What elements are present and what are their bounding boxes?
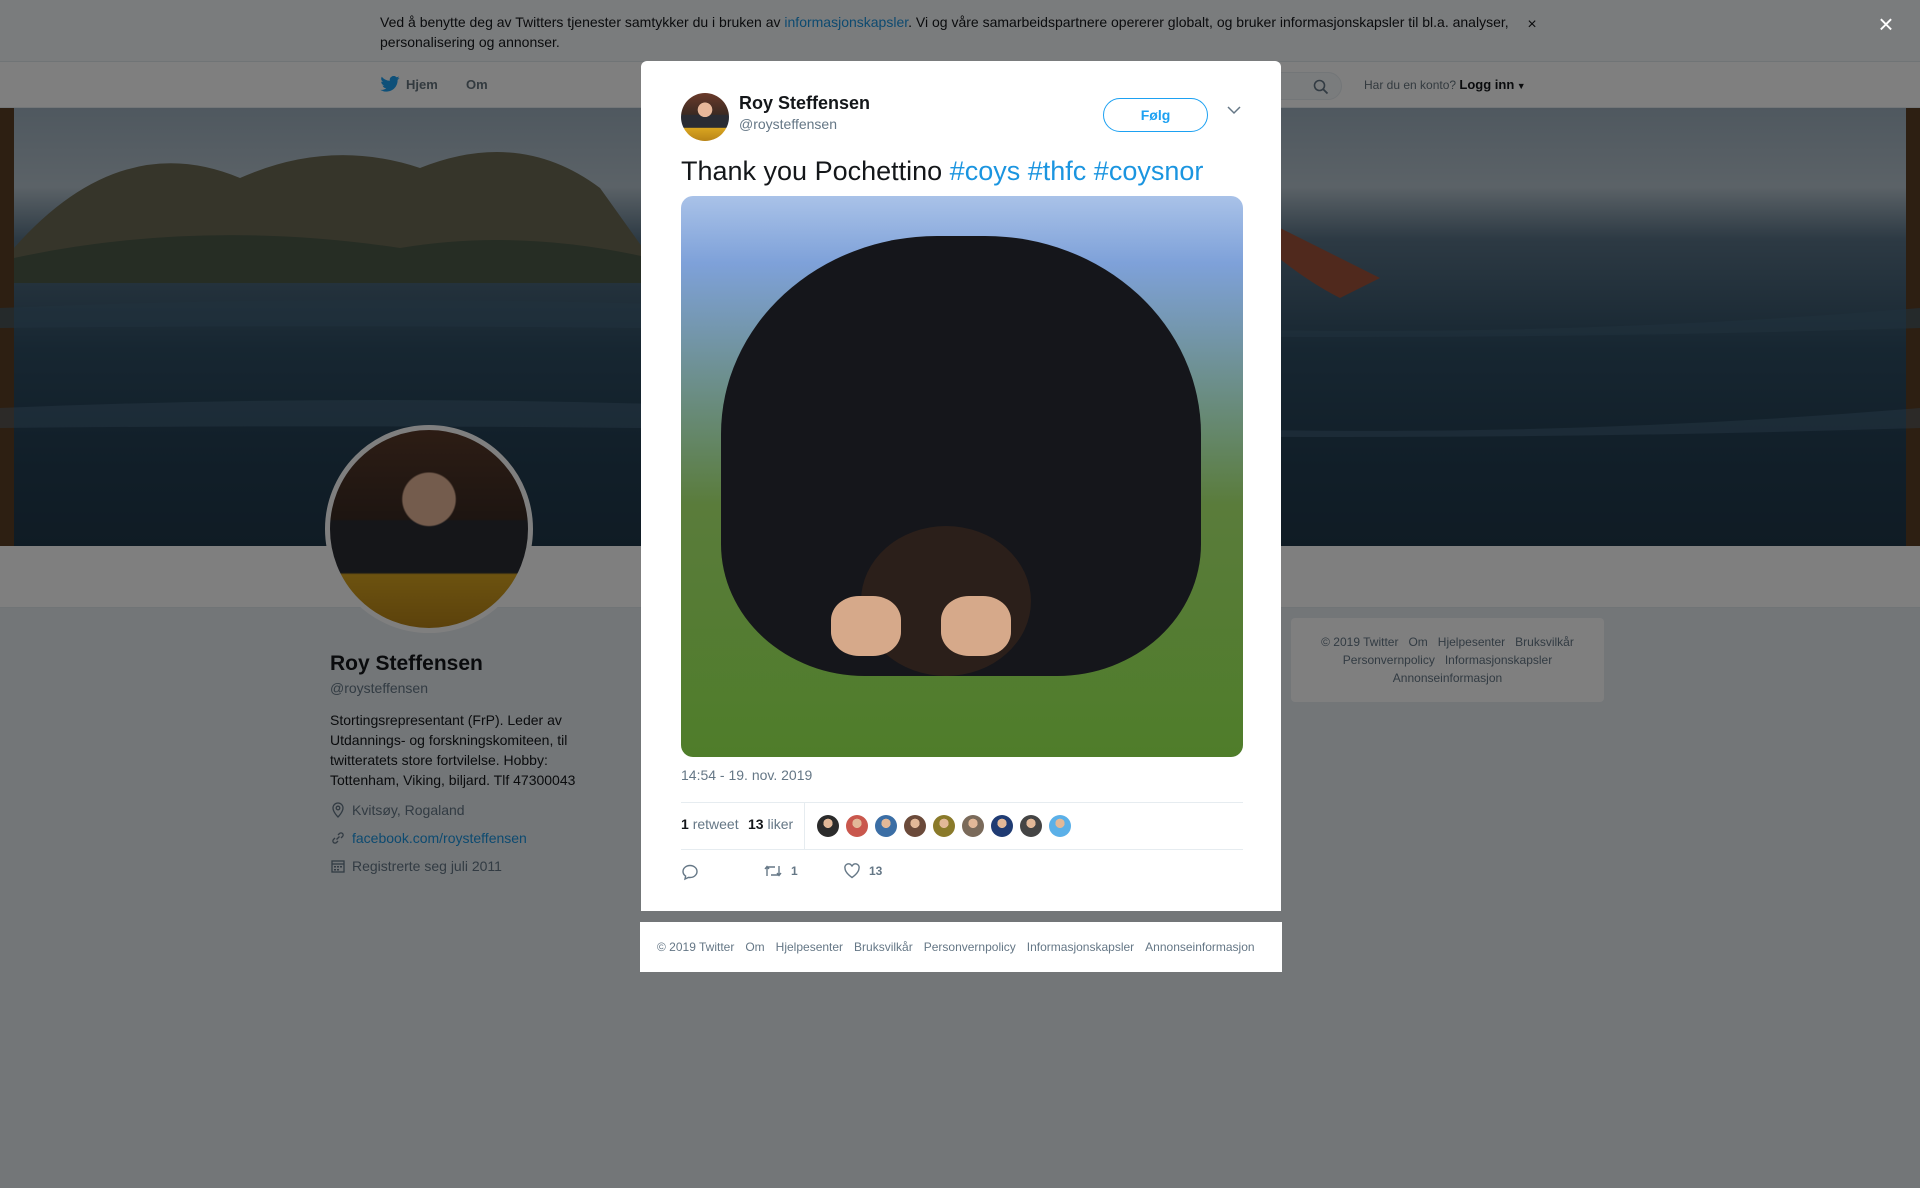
- retweet-stat-label: retweet: [692, 816, 739, 832]
- tweet-stats: 1 retweet 13 liker: [681, 802, 1243, 850]
- like-button[interactable]: 13: [843, 863, 882, 879]
- modal-footer-copyright: © 2019 Twitter: [657, 940, 735, 954]
- retweet-count: 1: [791, 864, 798, 878]
- likes-stat-count: 13: [748, 816, 764, 832]
- liker-avatar[interactable]: [904, 815, 926, 837]
- like-count: 13: [869, 864, 883, 878]
- reply-button[interactable]: [681, 863, 707, 881]
- modal-footer: © 2019 Twitter Om Hjelpesenter Bruksvilkår P…: [640, 922, 1282, 972]
- photo-figure-hand-right: [941, 596, 1011, 656]
- retweet-stat[interactable]: 1 retweet: [681, 816, 739, 832]
- tweet-photo[interactable]: [681, 196, 1243, 757]
- liker-avatar[interactable]: [1049, 815, 1071, 837]
- tweet-timestamp[interactable]: 14:54 - 19. nov. 2019: [681, 767, 812, 783]
- likers-avatars: [817, 815, 1078, 837]
- modal-footer-about[interactable]: Om: [745, 940, 764, 954]
- likes-stat-label: liker: [767, 816, 794, 832]
- modal-footer-privacy[interactable]: Personvernpolicy: [924, 940, 1016, 954]
- modal-footer-terms[interactable]: Bruksvilkår: [854, 940, 913, 954]
- hashtag-coysnor[interactable]: #coysnor: [1094, 156, 1204, 186]
- modal-footer-help[interactable]: Hjelpesenter: [776, 940, 843, 954]
- liker-avatar[interactable]: [933, 815, 955, 837]
- tweet-actions: 1 13: [681, 861, 1243, 891]
- liker-avatar[interactable]: [875, 815, 897, 837]
- retweet-button[interactable]: 1: [763, 863, 798, 879]
- chevron-down-icon[interactable]: [1227, 105, 1241, 115]
- hashtag-thfc[interactable]: #thfc: [1028, 156, 1087, 186]
- liker-avatar[interactable]: [991, 815, 1013, 837]
- modal-footer-ads-info[interactable]: Annonseinformasjon: [1145, 940, 1254, 954]
- heart-icon: [844, 863, 860, 879]
- tweet-author-handle[interactable]: @roysteffensen: [739, 116, 837, 132]
- liker-avatar[interactable]: [1020, 815, 1042, 837]
- modal-footer-cookies[interactable]: Informasjonskapsler: [1027, 940, 1134, 954]
- retweet-icon: [764, 865, 782, 877]
- tweet-text-body: Thank you Pochettino: [681, 156, 950, 186]
- follow-button[interactable]: Følg: [1103, 98, 1208, 132]
- tweet-text: Thank you Pochettino #coys #thfc #coysno…: [681, 153, 1203, 189]
- close-icon[interactable]: ×: [1874, 11, 1898, 37]
- reply-icon: [682, 864, 698, 881]
- tweet-author-name[interactable]: Roy Steffensen: [739, 93, 870, 114]
- liker-avatar[interactable]: [817, 815, 839, 837]
- liker-avatar[interactable]: [846, 815, 868, 837]
- likes-stat[interactable]: 13 liker: [748, 816, 793, 832]
- photo-figure-hand-left: [831, 596, 901, 656]
- tweet-author-avatar[interactable]: [681, 93, 729, 141]
- stats-divider: [804, 803, 805, 849]
- hashtag-coys[interactable]: #coys: [950, 156, 1021, 186]
- liker-avatar[interactable]: [962, 815, 984, 837]
- retweet-stat-count: 1: [681, 816, 689, 832]
- tweet-modal: Roy Steffensen @roysteffensen Følg Thank…: [641, 61, 1281, 911]
